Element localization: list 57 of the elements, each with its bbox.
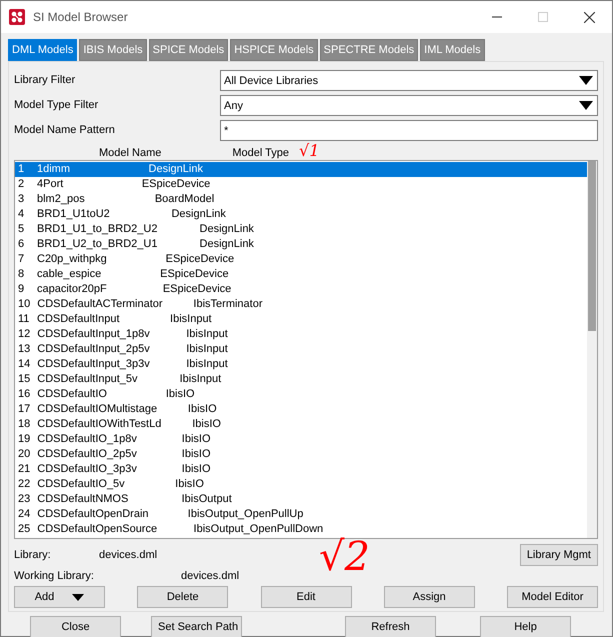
column-header: Model Name [99, 147, 162, 159]
dialog-button[interactable]: Help [480, 616, 571, 637]
handwritten-mark: √2 [319, 537, 370, 577]
list-row[interactable]: 25 CDSDefaultOpenSource IbisOutput_OpenPullDown [15, 522, 587, 537]
list-row[interactable]: 13 CDSDefaultInput_2p5v IbisInput [15, 342, 587, 357]
list-row[interactable]: 16 CDSDefaultIO IbisIO [15, 387, 587, 402]
list-row[interactable]: 20 CDSDefaultIO_2p5v IbisIO [15, 447, 587, 462]
list-row[interactable]: 8 cable_espice ESpiceDevice [15, 267, 587, 282]
action-button[interactable]: Delete [137, 586, 228, 608]
caret-icon [72, 594, 84, 600]
list-row[interactable]: 15 CDSDefaultInput_5v IbisInput [15, 372, 587, 387]
list-row[interactable]: 23 CDSDefaultNMOS IbisOutput [15, 492, 587, 507]
list-row[interactable]: 12 CDSDefaultInput_1p8v IbisInput [15, 327, 587, 342]
caret-icon [579, 76, 593, 85]
input-field[interactable]: * [220, 120, 598, 141]
tab[interactable]: DML Models [8, 39, 78, 61]
list-row[interactable]: 5 BRD1_U1_to_BRD2_U2 DesignLink [15, 222, 587, 237]
list-row[interactable]: 7 C20p_withpkg ESpiceDevice [15, 252, 587, 267]
list-row[interactable]: 2 4Port ESpiceDevice [15, 177, 587, 192]
library-value: devices.dml [99, 549, 158, 561]
dialog-button[interactable]: Set Search Path [151, 616, 242, 637]
library-mgmt-button[interactable]: Library Mgmt [520, 544, 598, 566]
action-button[interactable]: Assign [384, 586, 475, 608]
field-label: Model Name Pattern [14, 123, 116, 138]
list-row[interactable]: 19 CDSDefaultIO_1p8v IbisIO [15, 432, 587, 447]
list-row[interactable]: 14 CDSDefaultInput_3p3v IbisInput [15, 357, 587, 372]
app-icon [9, 9, 25, 25]
list-row[interactable]: 3 blm2_pos BoardModel [15, 192, 587, 207]
column-header: Model Type [232, 147, 290, 159]
window-title: SI Model Browser [33, 10, 128, 24]
list-row[interactable]: 24 CDSDefaultOpenDrain IbisOutput_OpenPullUp [15, 507, 587, 522]
list-row[interactable]: 11 CDSDefaultInput IbisInput [15, 312, 587, 327]
scroll-thumb[interactable] [588, 161, 596, 331]
dialog-button[interactable]: Close [30, 616, 121, 637]
list-row[interactable]: 18 CDSDefaultIOWithTestLd IbisIO [15, 417, 587, 432]
field-label: Library Filter [14, 73, 76, 88]
dropdown[interactable]: Any [220, 95, 598, 116]
list-row[interactable]: 6 BRD1_U2_to_BRD2_U1 DesignLink [15, 237, 587, 252]
list-row[interactable]: 22 CDSDefaultIO_5v IbisIO [15, 477, 587, 492]
dropdown[interactable]: All Device Libraries [220, 70, 598, 91]
list-row[interactable]: 1 1dimm DesignLink [15, 162, 587, 177]
caret-icon [579, 101, 593, 110]
list-row[interactable]: 17 CDSDefaultIOMultistage IbisIO [15, 402, 587, 417]
handwritten-mark: √1 [299, 143, 320, 159]
list-row[interactable]: 10 CDSDefaultACTerminator IbisTerminator [15, 297, 587, 312]
list-row[interactable]: 9 capacitor20pF ESpiceDevice [15, 282, 587, 297]
list-row[interactable]: 21 CDSDefaultIO_3p3v IbisIO [15, 462, 587, 477]
working-library-label: Working Library: [14, 570, 95, 582]
working-library-value: devices.dml [181, 570, 240, 582]
library-label: Library: [14, 549, 52, 561]
action-button[interactable]: Edit [260, 586, 352, 608]
list-row[interactable]: 4 BRD1_U1toU2 DesignLink [15, 207, 587, 222]
dialog-button[interactable]: Refresh [345, 616, 436, 637]
field-label: Model Type Filter [14, 98, 100, 113]
add-menu-button[interactable]: Add [14, 586, 105, 608]
action-button[interactable]: Model Editor [507, 586, 598, 608]
scrollbar[interactable] [587, 161, 597, 538]
